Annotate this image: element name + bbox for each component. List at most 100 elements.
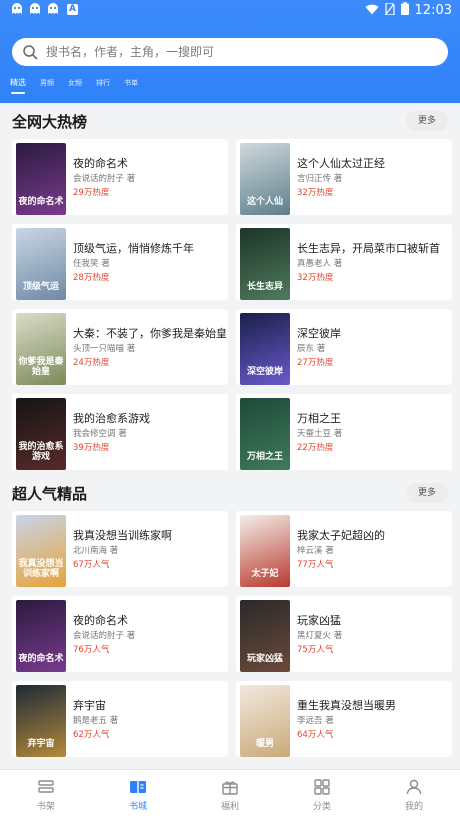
tab-female[interactable]: 女频 xyxy=(68,78,82,88)
book-title[interactable]: 重生我真没想当暖男 xyxy=(297,699,396,713)
search-input[interactable] xyxy=(46,45,426,59)
book-title[interactable]: 万相之王 xyxy=(297,412,342,426)
gift-icon xyxy=(220,777,240,797)
book-cover[interactable]: 夜的命名术 xyxy=(16,600,66,672)
book-cover[interactable]: 顶级气运 xyxy=(16,228,66,300)
tab-booklist[interactable]: 书单 xyxy=(124,78,138,88)
book-grid: 我真没想当训练家啊 我真没想当训练家啊 北川南海 著 67万人气 太子妃 我家太子妃超凶… xyxy=(0,511,460,757)
book-cover[interactable]: 暖男 xyxy=(240,685,290,757)
nav-bookshelf[interactable]: 书架 xyxy=(0,770,92,819)
book-card[interactable]: 深空彼岸 深空彼岸 辰东 著 27万热度 xyxy=(236,309,452,385)
book-title[interactable]: 夜的命名术 xyxy=(73,614,135,628)
book-author: 任我笑 著 xyxy=(73,259,110,269)
book-cover-title: 顶级气运 xyxy=(22,282,59,292)
nav-profile[interactable]: 我的 xyxy=(368,770,460,819)
book-cover[interactable]: 我真没想当训练家啊 xyxy=(16,515,66,587)
book-author: 会说话的肘子 著 xyxy=(73,631,136,641)
book-card[interactable]: 夜的命名术 夜的命名术 会说话的肘子 著 76万人气 xyxy=(12,596,228,672)
book-cover-title: 你爹我是秦始皇 xyxy=(18,357,64,377)
book-popularity: 39万热度 xyxy=(73,443,110,453)
book-card[interactable]: 顶级气运 顶级气运，悄悄修炼千年 任我笑 著 28万热度 xyxy=(12,224,228,300)
book-title[interactable]: 这个人仙太过正经 xyxy=(297,157,385,171)
tab-featured[interactable]: 精选 xyxy=(10,78,26,94)
book-title[interactable]: 玩家凶猛 xyxy=(297,614,342,628)
book-meta: 顶级气运，悄悄修炼千年 任我笑 著 28万热度 xyxy=(73,228,194,285)
book-cover[interactable]: 深空彼岸 xyxy=(240,313,290,385)
book-cover[interactable]: 你爹我是秦始皇 xyxy=(16,313,66,385)
book-author: 黑灯夏火 著 xyxy=(297,631,343,641)
book-cover[interactable]: 长生志异 xyxy=(240,228,290,300)
nav-label: 分类 xyxy=(312,802,331,812)
book-meta: 我的治愈系游戏我会修空调 著 39万热度 xyxy=(73,398,150,455)
status-bar: A 12:03 xyxy=(0,0,460,22)
book-meta: 我家太子妃超凶的梓云溪 著 77万人气 xyxy=(297,515,385,572)
book-popularity: 64万人气 xyxy=(297,730,334,740)
section-popular: 超人气精品 更多 我真没想当训练家啊 我真没想当训练家啊 北川南海 著 67万人气 太… xyxy=(0,475,460,757)
book-title[interactable]: 深空彼岸 xyxy=(297,327,341,341)
app-notification-icon xyxy=(10,2,24,16)
book-popularity: 27万热度 xyxy=(297,358,334,368)
book-popularity: 32万热度 xyxy=(297,188,334,198)
nav-bookstore[interactable]: 书城 xyxy=(92,770,184,819)
book-card[interactable]: 太子妃 我家太子妃超凶的梓云溪 著 77万人气 xyxy=(236,511,452,587)
book-title[interactable]: 我的治愈系游戏 xyxy=(73,412,150,426)
book-popularity: 22万热度 xyxy=(297,443,334,453)
book-cover-title: 夜的命名术 xyxy=(18,654,64,664)
book-card[interactable]: 夜的命名术 夜的命名术 会说话的肘子 著 29万热度 xyxy=(12,139,228,215)
book-title[interactable]: 顶级气运，悄悄修炼千年 xyxy=(73,242,194,256)
font-notification-icon: A xyxy=(67,3,78,15)
book-cover-title: 太子妃 xyxy=(251,569,279,579)
book-card[interactable]: 你爹我是秦始皇 大秦：不装了，你爹我是秦始皇头顶一只喵喵 著 24万热度 xyxy=(12,309,228,385)
book-title[interactable]: 长生志异，开局菜市口被斩首 xyxy=(297,242,440,256)
book-cover[interactable]: 弃宇宙 xyxy=(16,685,66,757)
book-popularity: 76万人气 xyxy=(73,645,110,655)
book-cover[interactable]: 夜的命名术 xyxy=(16,143,66,215)
nav-category[interactable]: 分类 xyxy=(276,770,368,819)
book-cover[interactable]: 万相之王 xyxy=(240,398,290,470)
tab-ranking[interactable]: 排行 xyxy=(96,78,110,88)
book-popularity: 24万热度 xyxy=(73,358,110,368)
book-author: 我会修空调 著 xyxy=(73,429,127,439)
book-title[interactable]: 大秦：不装了，你爹我是秦始皇 xyxy=(73,327,227,341)
search-bar[interactable] xyxy=(12,38,448,66)
book-cover-title: 长生志异 xyxy=(246,282,283,292)
book-popularity: 77万人气 xyxy=(297,560,334,570)
book-cover[interactable]: 这个人仙 xyxy=(240,143,290,215)
book-cover-title: 暖男 xyxy=(255,739,274,749)
book-author: 头顶一只喵喵 著 xyxy=(73,344,136,354)
main-content[interactable]: 全网大热榜 更多 夜的命名术 夜的命名术 会说话的肘子 著 29万热度 这个人仙 这个人… xyxy=(0,103,460,769)
book-popularity: 67万人气 xyxy=(73,560,110,570)
wifi-icon xyxy=(365,3,379,19)
book-author: 辰东 著 xyxy=(297,344,326,354)
nav-welfare[interactable]: 福利 xyxy=(184,770,276,819)
book-title[interactable]: 夜的命名术 xyxy=(73,157,135,171)
book-card[interactable]: 我的治愈系游戏 我的治愈系游戏 我会修空调 著 39万热度 xyxy=(12,394,228,470)
book-cover-title: 夜的命名术 xyxy=(18,197,64,207)
book-meta: 长生志异，开局菜市口被斩首 真愚老人 著 32万热度 xyxy=(297,228,440,285)
book-cover[interactable]: 我的治愈系游戏 xyxy=(16,398,66,470)
book-title[interactable]: 弃宇宙 xyxy=(73,699,118,713)
battery-icon xyxy=(400,2,409,19)
book-card[interactable]: 这个人仙 这个人仙太过正经 言归正传 著 32万热度 xyxy=(236,139,452,215)
book-cover[interactable]: 玩家凶猛 xyxy=(240,600,290,672)
tab-male[interactable]: 男频 xyxy=(40,78,54,88)
book-cover-title: 这个人仙 xyxy=(246,197,283,207)
more-button[interactable]: 更多 xyxy=(406,111,448,131)
book-card[interactable]: 玩家凶猛 玩家凶猛 黑灯夏火 著 75万人气 xyxy=(236,596,452,672)
book-card[interactable]: 暖男 重生我真没想当暖男 李远吾 著 64万人气 xyxy=(236,681,452,757)
book-card[interactable]: 万相之王 万相之王 天蚕土豆 著 22万热度 xyxy=(236,394,452,470)
section-title: 全网大热榜 xyxy=(12,113,88,131)
book-card[interactable]: 弃宇宙 弃宇宙 鹅是老五 著 62万人气 xyxy=(12,681,228,757)
book-grid: 夜的命名术 夜的命名术 会说话的肘子 著 29万热度 这个人仙 这个人仙太过正经 言归正传… xyxy=(0,139,460,470)
more-button[interactable]: 更多 xyxy=(406,483,448,503)
book-title[interactable]: 我家太子妃超凶的 xyxy=(297,529,385,543)
book-author: 梓云溪 著 xyxy=(297,546,334,556)
app-notification-icon xyxy=(46,2,60,16)
book-card[interactable]: 长生志异 长生志异，开局菜市口被斩首 真愚老人 著 32万热度 xyxy=(236,224,452,300)
section-hot-list: 全网大热榜 更多 夜的命名术 夜的命名术 会说话的肘子 著 29万热度 这个人仙 这个人… xyxy=(0,103,460,470)
book-title[interactable]: 我真没想当训练家啊 xyxy=(73,529,172,543)
book-cover-title: 深空彼岸 xyxy=(246,367,283,377)
profile-icon xyxy=(404,777,424,797)
book-cover[interactable]: 太子妃 xyxy=(240,515,290,587)
book-card[interactable]: 我真没想当训练家啊 我真没想当训练家啊 北川南海 著 67万人气 xyxy=(12,511,228,587)
